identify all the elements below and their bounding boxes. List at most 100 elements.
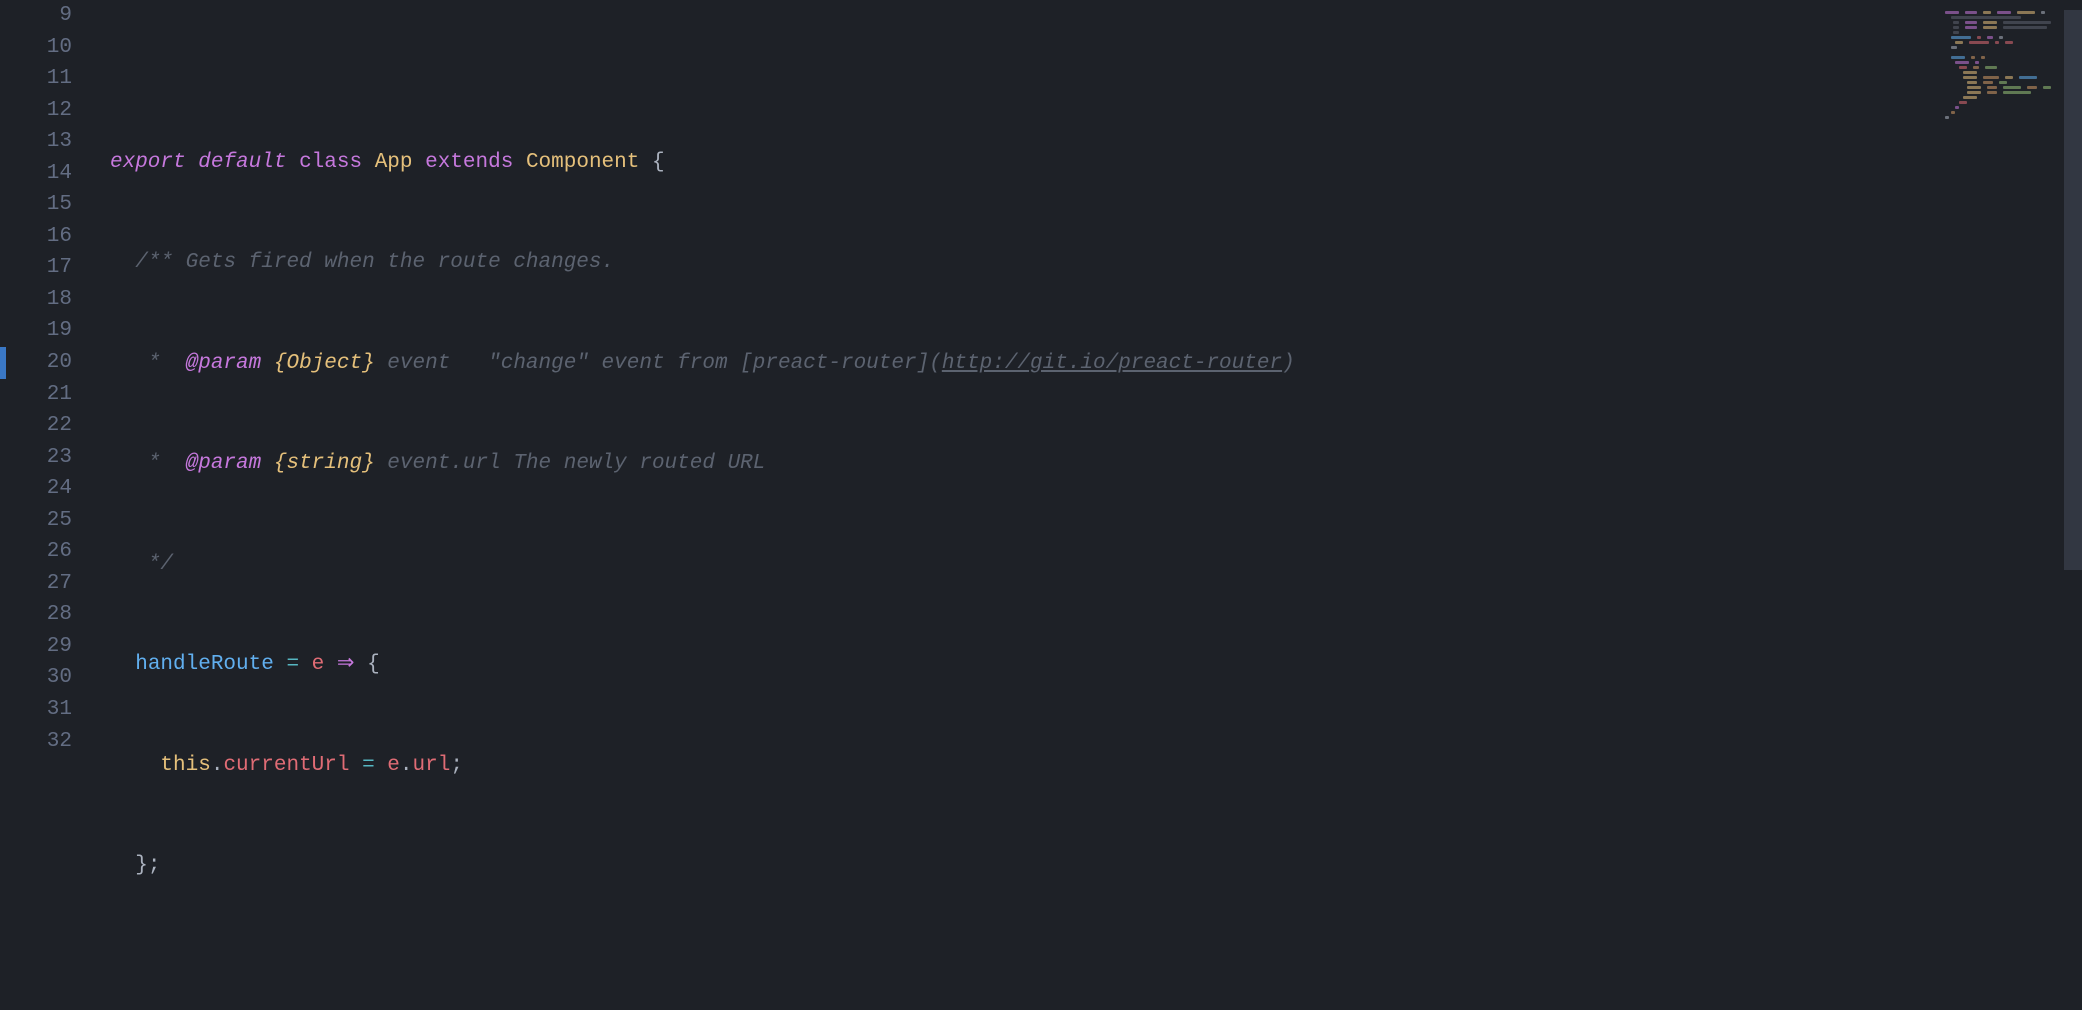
line-number[interactable]: 17 — [0, 252, 100, 284]
code-line[interactable]: /** Gets fired when the route changes. — [110, 247, 1937, 279]
this-keyword: this — [160, 754, 210, 777]
brace: { — [367, 653, 380, 676]
line-number-gutter[interactable]: 9 10 11 12 13 14 15 16 17 18 19 20 21 22… — [0, 0, 100, 1010]
class-name: App — [375, 151, 413, 174]
keyword-extends: extends — [425, 151, 513, 174]
code-line[interactable]: handleRoute = e ⇒ { — [110, 649, 1937, 681]
equals: = — [274, 653, 312, 676]
line-number[interactable]: 10 — [0, 32, 100, 64]
line-number[interactable]: 15 — [0, 189, 100, 221]
current-line-marker — [0, 347, 6, 379]
dot: . — [211, 754, 224, 777]
jsdoc-desc: "change" event from [preact-router]( — [488, 352, 942, 375]
minimap-line — [1945, 66, 2055, 69]
minimap-line — [1945, 31, 2055, 34]
jsdoc-open: /** — [135, 251, 185, 274]
equals: = — [349, 754, 387, 777]
indent — [110, 854, 135, 877]
code-area[interactable]: export default class App extends Compone… — [100, 0, 1937, 1010]
line-number[interactable]: 13 — [0, 126, 100, 158]
scrollbar-thumb[interactable] — [2064, 10, 2082, 570]
code-line[interactable] — [110, 46, 1937, 78]
minimap-line — [1945, 51, 2055, 54]
jsdoc-close: */ — [148, 553, 173, 576]
minimap-line — [1945, 11, 2055, 14]
line-number[interactable]: 22 — [0, 410, 100, 442]
indent — [110, 352, 148, 375]
line-number[interactable]: 21 — [0, 379, 100, 411]
jsdoc-link[interactable]: http://git.io/preact-router — [942, 352, 1282, 375]
minimap[interactable] — [1945, 6, 2055, 126]
code-line[interactable]: * @param {string} event.url The newly ro… — [110, 448, 1937, 480]
jsdoc-type: {string} — [274, 452, 375, 475]
line-number[interactable]: 12 — [0, 95, 100, 127]
minimap-line — [1945, 91, 2055, 94]
minimap-panel[interactable] — [1937, 0, 2082, 1010]
line-number[interactable]: 11 — [0, 63, 100, 95]
indent — [110, 754, 160, 777]
jsdoc-star: * — [148, 452, 186, 475]
padding — [450, 352, 488, 375]
code-line[interactable] — [110, 951, 1937, 983]
jsdoc-name: event — [387, 352, 450, 375]
property: currentUrl — [223, 754, 349, 777]
jsdoc-name: event.url — [387, 452, 500, 475]
jsdoc-desc: The newly routed URL — [513, 452, 765, 475]
line-number[interactable]: 18 — [0, 284, 100, 316]
indent — [110, 653, 135, 676]
minimap-line — [1945, 36, 2055, 39]
keyword-default: default — [198, 151, 286, 174]
minimap-line — [1945, 111, 2055, 114]
line-number[interactable]: 27 — [0, 568, 100, 600]
minimap-line — [1945, 46, 2055, 49]
jsdoc-text: Gets fired when the route changes. — [186, 251, 614, 274]
line-number[interactable]: 24 — [0, 473, 100, 505]
variable: e — [387, 754, 400, 777]
code-line[interactable]: export default class App extends Compone… — [110, 147, 1937, 179]
minimap-line — [1945, 71, 2055, 74]
minimap-line — [1945, 61, 2055, 64]
minimap-line — [1945, 101, 2055, 104]
code-editor[interactable]: 9 10 11 12 13 14 15 16 17 18 19 20 21 22… — [0, 0, 2082, 1010]
keyword-export: export — [110, 151, 186, 174]
line-number[interactable]: 9 — [0, 0, 100, 32]
indent — [110, 452, 148, 475]
line-number[interactable]: 28 — [0, 599, 100, 631]
line-number[interactable]: 16 — [0, 221, 100, 253]
jsdoc-desc: ) — [1282, 352, 1295, 375]
line-number[interactable]: 29 — [0, 631, 100, 663]
indent — [110, 251, 135, 274]
minimap-line — [1945, 96, 2055, 99]
method-name: handleRoute — [135, 653, 274, 676]
superclass-name: Component — [526, 151, 639, 174]
minimap-line — [1945, 56, 2055, 59]
line-number[interactable]: 23 — [0, 442, 100, 474]
minimap-line — [1945, 26, 2055, 29]
minimap-line — [1945, 86, 2055, 89]
minimap-line — [1945, 6, 2055, 9]
line-number[interactable]: 19 — [0, 315, 100, 347]
line-number[interactable]: 14 — [0, 158, 100, 190]
line-number[interactable]: 25 — [0, 505, 100, 537]
minimap-line — [1945, 121, 2055, 124]
line-number[interactable]: 30 — [0, 662, 100, 694]
line-number[interactable]: 31 — [0, 694, 100, 726]
jsdoc-type: {Object} — [274, 352, 375, 375]
semicolon: ; — [450, 754, 463, 777]
jsdoc-tag: @param — [186, 452, 262, 475]
code-line[interactable]: */ — [110, 549, 1937, 581]
brace: { — [652, 151, 665, 174]
code-line[interactable]: * @param {Object} event "change" event f… — [110, 348, 1937, 380]
line-number[interactable]: 32 — [0, 726, 100, 758]
keyword-class: class — [299, 151, 362, 174]
property: url — [413, 754, 451, 777]
code-line[interactable]: }; — [110, 850, 1937, 882]
line-number[interactable]: 20 — [0, 347, 100, 379]
minimap-line — [1945, 76, 2055, 79]
vertical-scrollbar[interactable] — [2064, 0, 2082, 1010]
jsdoc-star: * — [148, 352, 186, 375]
code-line[interactable]: this.currentUrl = e.url; — [110, 750, 1937, 782]
indent — [110, 553, 148, 576]
param: e — [312, 653, 325, 676]
line-number[interactable]: 26 — [0, 536, 100, 568]
